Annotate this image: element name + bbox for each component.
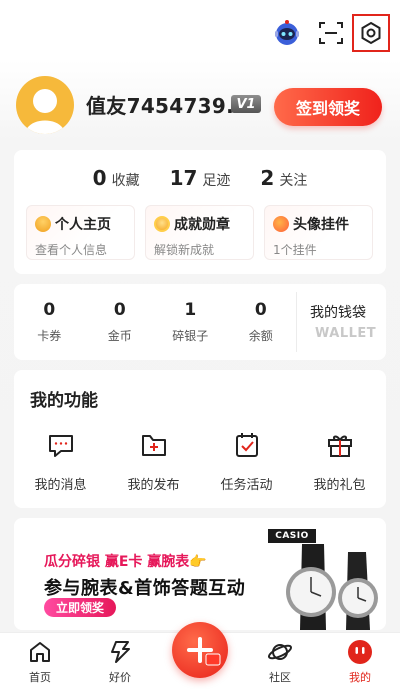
stat-count: 2 xyxy=(260,166,275,190)
robot-assistant-icon[interactable] xyxy=(268,14,306,52)
func-gifts[interactable]: 我的礼包 xyxy=(293,430,386,493)
wallet-label: 卡券 xyxy=(37,329,62,343)
level-badge: V1 xyxy=(231,95,261,113)
profile-tiles: 个人主页 查看个人信息 成就勋章 解锁新成就 头像挂件 1个挂件 xyxy=(26,205,373,260)
wallet-items: 0 卡券 0 金币 1 碎银子 0 余额 xyxy=(14,300,296,344)
wallet-value: 0 xyxy=(113,300,126,320)
tile-personal-homepage[interactable]: 个人主页 查看个人信息 xyxy=(26,205,135,260)
functions-card: 我的功能 我的消息 我的发布 任务活动 我的礼包 xyxy=(14,370,386,508)
tile-subtitle: 查看个人信息 xyxy=(35,243,108,257)
stat-history[interactable]: 17 足迹 xyxy=(170,166,231,190)
profile-icon xyxy=(347,639,373,665)
wallet-card: 0 卡券 0 金币 1 碎银子 0 余额 我的钱袋 WALLET xyxy=(14,284,386,360)
medal-icon xyxy=(154,216,170,232)
settings-icon[interactable] xyxy=(352,14,390,52)
publish-icon xyxy=(139,430,169,460)
tab-label: 社区 xyxy=(269,671,291,684)
divider xyxy=(296,292,297,352)
message-icon xyxy=(46,430,76,460)
tile-title: 成就勋章 xyxy=(174,217,230,233)
func-publish[interactable]: 我的发布 xyxy=(107,430,200,493)
stat-favorites[interactable]: 0 收藏 xyxy=(93,166,140,190)
tab-label: 好价 xyxy=(109,671,131,684)
wallet-label: 金币 xyxy=(107,329,132,343)
tile-achievements[interactable]: 成就勋章 解锁新成就 xyxy=(145,205,254,260)
deal-icon xyxy=(107,639,133,665)
add-icon xyxy=(187,637,221,666)
wallet-silver[interactable]: 1 碎银子 xyxy=(155,300,226,344)
func-tasks[interactable]: 任务活动 xyxy=(200,430,293,493)
homepage-icon xyxy=(35,216,51,232)
stat-count: 17 xyxy=(169,166,198,190)
tab-deals[interactable]: 好价 xyxy=(80,633,160,689)
tab-profile[interactable]: 我的 xyxy=(320,633,400,689)
wallet-label: 碎银子 xyxy=(172,329,209,343)
checkin-button[interactable]: 签到领奖 xyxy=(274,88,382,126)
home-icon xyxy=(27,639,53,665)
username[interactable]: 值友7454739... xyxy=(86,90,250,119)
func-label: 我的消息 xyxy=(34,478,87,493)
tab-home[interactable]: 首页 xyxy=(0,633,80,689)
brand-logo: CASIO xyxy=(268,529,316,543)
wallet-coupons[interactable]: 0 卡券 xyxy=(14,300,85,344)
planet-icon xyxy=(267,639,293,665)
wallet-label: 余额 xyxy=(248,329,273,343)
banner-subtitle: 瓜分碎银 赢E卡 赢腕表👉 xyxy=(44,554,207,570)
wallet-subtitle: WALLET xyxy=(315,326,377,341)
func-label: 我的礼包 xyxy=(313,478,366,493)
promo-banner[interactable]: 瓜分碎银 赢E卡 赢腕表👉 参与腕表&首饰答题互动 立即领奖 CASIO xyxy=(14,518,386,630)
tab-community[interactable]: 社区 xyxy=(240,633,320,689)
stat-label: 足迹 xyxy=(202,173,231,189)
stat-label: 关注 xyxy=(279,173,308,189)
add-button[interactable] xyxy=(172,622,228,678)
tile-title: 头像挂件 xyxy=(293,217,349,233)
wallet-value: 1 xyxy=(184,300,197,320)
wallet-title[interactable]: 我的钱袋 xyxy=(310,302,366,322)
task-icon xyxy=(232,430,262,460)
gift-icon xyxy=(325,430,355,460)
profile-stats-card: 0 收藏 17 足迹 2 关注 个人主页 查看个人信息 成就勋章 解锁新成就 头… xyxy=(14,150,386,274)
functions-grid: 我的消息 我的发布 任务活动 我的礼包 xyxy=(14,430,386,493)
top-bar xyxy=(0,0,400,70)
wallet-value: 0 xyxy=(43,300,56,320)
wallet-value: 0 xyxy=(254,300,267,320)
avatar[interactable] xyxy=(16,76,74,134)
tab-label: 首页 xyxy=(29,671,51,684)
watches-image xyxy=(286,544,378,630)
stat-count: 0 xyxy=(92,166,107,190)
tab-label: 我的 xyxy=(349,671,371,684)
tile-subtitle: 解锁新成就 xyxy=(154,243,215,257)
stat-following[interactable]: 2 关注 xyxy=(260,166,307,190)
func-label: 我的发布 xyxy=(127,478,180,493)
func-messages[interactable]: 我的消息 xyxy=(14,430,107,493)
wallet-balance[interactable]: 0 余额 xyxy=(226,300,297,344)
profile-section: 值友7454739... V1 签到领奖 xyxy=(0,74,400,140)
stats-row: 0 收藏 17 足迹 2 关注 xyxy=(14,166,386,190)
wallet-gold-coins[interactable]: 0 金币 xyxy=(85,300,156,344)
pendant-icon xyxy=(273,216,289,232)
tile-avatar-pendant[interactable]: 头像挂件 1个挂件 xyxy=(264,205,373,260)
tile-title: 个人主页 xyxy=(55,217,111,233)
stat-label: 收藏 xyxy=(111,173,140,189)
banner-title: 参与腕表&首饰答题互动 xyxy=(44,578,246,599)
func-label: 任务活动 xyxy=(220,478,273,493)
claim-now-button[interactable]: 立即领奖 xyxy=(44,598,116,617)
functions-title: 我的功能 xyxy=(30,391,98,411)
tile-subtitle: 1个挂件 xyxy=(273,243,317,257)
scan-icon[interactable] xyxy=(312,14,350,52)
